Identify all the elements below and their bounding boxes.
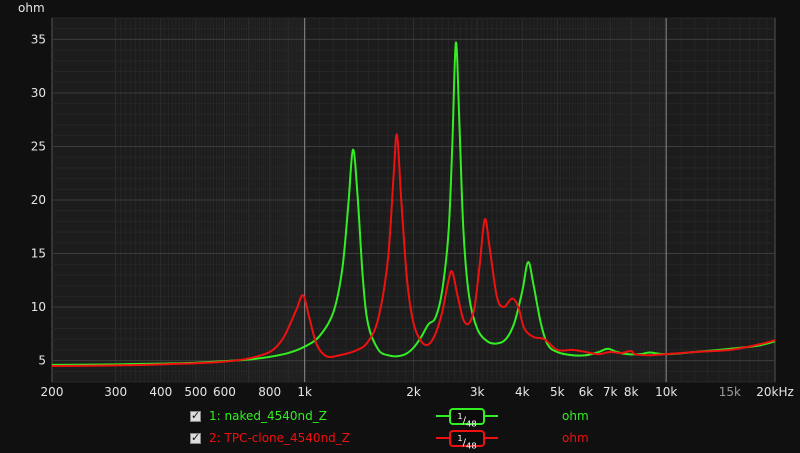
y-axis-label: ohm: [18, 1, 45, 15]
x-tick-label: 400: [149, 385, 172, 399]
x-tick-labels: 200 300 400 500 600 800 1k 2k 3k 4k 5k 6k 7k 8k 10k 15k…: [41, 385, 794, 399]
y-tick-label: 30: [31, 86, 46, 100]
x-tick-label: 2k: [406, 385, 421, 399]
series-2-swatch[interactable]: 1/48: [436, 428, 498, 450]
legend-row-series-1: 1: naked_4540nd_Z 1/48 ohm: [190, 406, 589, 428]
legend-row-series-2: 2: TPC-clone_4540nd_Z 1/48 ohm: [190, 428, 589, 450]
y-tick-label: 10: [31, 300, 46, 314]
x-tick-label: 200: [41, 385, 64, 399]
impedance-chart: 5 10 15 20 25 30 35 200 300 400 500 600 800 1k 2k 3k 4k…: [18, 1, 794, 399]
x-tick-label: 300: [104, 385, 127, 399]
x-tick-label: 6k: [579, 385, 594, 399]
y-tick-label: 35: [31, 32, 46, 46]
series-1-unit: ohm: [562, 409, 589, 423]
y-tick-label: 15: [31, 247, 46, 261]
x-tick-label: 10k: [655, 385, 677, 399]
x-tick-label: 8k: [624, 385, 639, 399]
series-2-unit: ohm: [562, 431, 589, 445]
series-1-name: 1: naked_4540nd_Z: [209, 409, 327, 423]
series-1-swatch[interactable]: 1/48: [436, 406, 498, 428]
x-tick-label: 3k: [470, 385, 485, 399]
x-tick-label: 7k: [603, 385, 618, 399]
series-1-smoothing[interactable]: 1/48: [449, 408, 485, 428]
series-1-checkbox[interactable]: [190, 409, 201, 422]
x-tick-label: 20kHz: [756, 385, 794, 399]
x-tick-label: 15k: [719, 385, 741, 399]
y-tick-label: 20: [31, 193, 46, 207]
y-tick-label: 25: [31, 139, 46, 153]
y-tick-labels: 5 10 15 20 25 30 35: [31, 32, 46, 367]
series-2-smoothing[interactable]: 1/48: [449, 430, 485, 450]
x-tick-label: 4k: [515, 385, 530, 399]
x-tick-label: 500: [184, 385, 207, 399]
x-tick-label: 600: [213, 385, 236, 399]
x-tick-label: 1k: [297, 385, 312, 399]
y-tick-label: 5: [38, 354, 46, 368]
x-tick-label: 800: [258, 385, 281, 399]
series-2-name: 2: TPC-clone_4540nd_Z: [209, 431, 351, 445]
x-tick-label: 5k: [550, 385, 565, 399]
series-2-checkbox[interactable]: [190, 431, 201, 444]
